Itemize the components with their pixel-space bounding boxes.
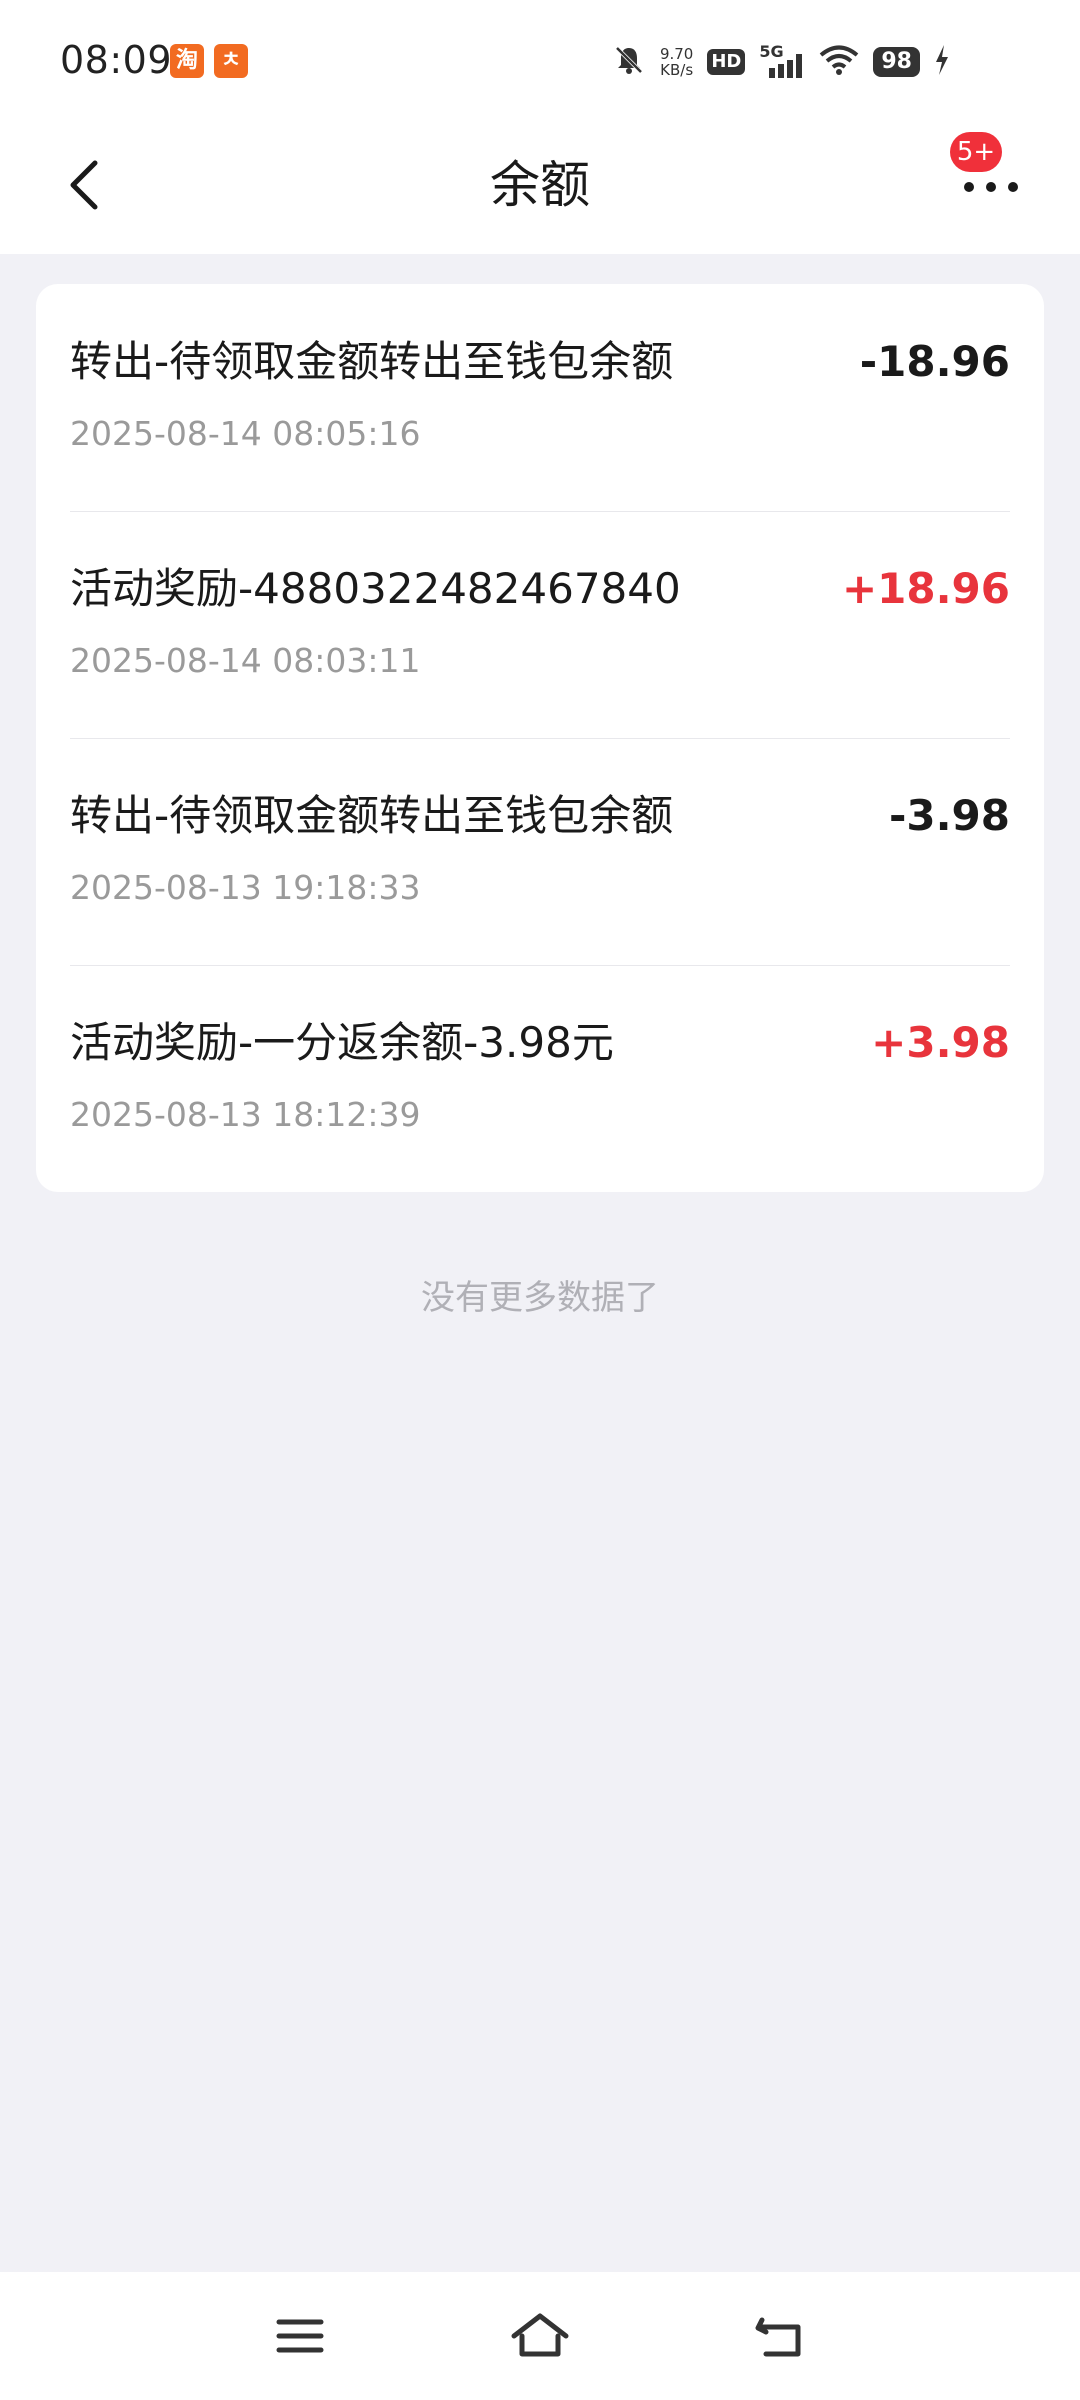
return-arrow-icon: [755, 2317, 801, 2357]
transaction-amount: -18.96: [859, 337, 1010, 386]
taobao-app-icon: 淘: [170, 44, 204, 78]
page-title: 余额: [490, 156, 590, 214]
transaction-title: 转出-待领取金额转出至钱包余额: [70, 337, 674, 386]
transaction-list: 转出-待领取金额转出至钱包余额 2025-08-14 08:05:16 -18.…: [36, 284, 1044, 1192]
transaction-amount: -3.98: [888, 791, 1010, 840]
transaction-row[interactable]: 转出-待领取金额转出至钱包余额 2025-08-13 19:18:33 -3.9…: [36, 738, 1044, 965]
signal-5g-icon: 5G: [759, 42, 805, 82]
transaction-time: 2025-08-13 19:18:33: [70, 868, 421, 907]
transaction-time: 2025-08-13 18:12:39: [70, 1095, 421, 1134]
status-time: 08:09: [60, 38, 173, 82]
network-speed-value: 9.70: [659, 45, 694, 63]
transaction-row[interactable]: 活动奖励-4880322482467840 2025-08-14 08:03:1…: [36, 511, 1044, 738]
status-bar: 08:09 淘 ㅊ 9.70 KB/s HD 5G 98: [0, 0, 1080, 120]
transaction-title: 活动奖励-4880322482467840: [70, 564, 681, 613]
transaction-amount: +18.96: [841, 564, 1010, 613]
home-button[interactable]: [505, 2306, 575, 2366]
transaction-title: 转出-待领取金额转出至钱包余额: [70, 791, 674, 840]
more-dots-icon: [964, 182, 1018, 192]
network-speed-unit: KB/s: [660, 61, 694, 79]
back-nav-button[interactable]: [745, 2306, 815, 2366]
charging-icon: [934, 45, 950, 79]
network-speed: 9.70 KB/s: [660, 46, 693, 78]
transaction-row[interactable]: 转出-待领取金额转出至钱包余额 2025-08-14 08:05:16 -18.…: [36, 284, 1044, 511]
notification-badge: 5+: [950, 132, 1002, 172]
wifi-icon: [819, 44, 859, 80]
header: 余额: [0, 120, 1080, 254]
recent-apps-button[interactable]: [265, 2306, 335, 2366]
system-nav-bar: [0, 2272, 1080, 2400]
running-person-app-icon: ㅊ: [214, 44, 248, 78]
menu-lines-icon: [276, 2319, 324, 2353]
battery-level: 98: [873, 47, 920, 77]
transaction-row[interactable]: 活动奖励-一分返余额-3.98元 2025-08-13 18:12:39 +3.…: [36, 965, 1044, 1192]
no-more-data-text: 没有更多数据了: [421, 1278, 659, 1318]
transaction-time: 2025-08-14 08:03:11: [70, 641, 421, 680]
transaction-amount: +3.98: [871, 1018, 1010, 1067]
home-icon: [511, 2313, 569, 2357]
hd-icon: HD: [707, 49, 746, 75]
status-icons: 9.70 KB/s HD 5G 98: [612, 40, 950, 84]
transaction-title: 活动奖励-一分返余额-3.98元: [70, 1018, 614, 1067]
transaction-time: 2025-08-14 08:05:16: [70, 414, 421, 453]
mute-bell-icon: [612, 43, 646, 81]
